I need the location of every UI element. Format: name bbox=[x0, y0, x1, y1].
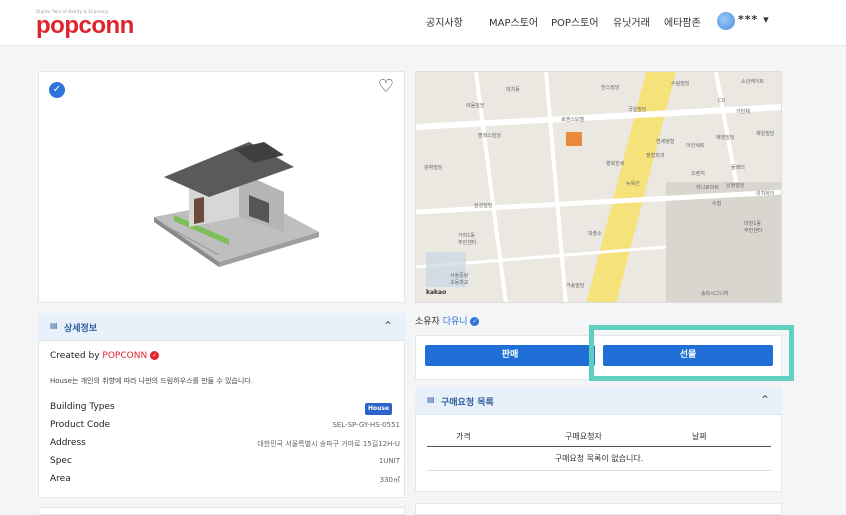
top-header: Digital Twin of Realty & Economy popconn… bbox=[0, 0, 846, 46]
map-label: 파출소 bbox=[588, 231, 602, 237]
map-label: 대치동 bbox=[506, 87, 520, 93]
building-type-badge: House bbox=[365, 403, 392, 415]
map-label: 둘레터 bbox=[731, 165, 745, 171]
detail-title: 상세정보 bbox=[64, 324, 98, 334]
map-label: 가빈채 bbox=[736, 109, 750, 115]
owner-name[interactable]: 다유니 bbox=[443, 317, 468, 327]
nav-unit-trade[interactable]: 유닛거래 bbox=[613, 14, 650, 29]
map-label: 로엔스모텔 bbox=[561, 117, 585, 123]
next-panel-left bbox=[38, 507, 405, 515]
table-bottom bbox=[427, 470, 771, 471]
document-icon: ▤ bbox=[50, 321, 58, 330]
map-label: 남정빌딩 bbox=[726, 183, 745, 189]
check-circle-icon: ✓ bbox=[470, 317, 480, 326]
product-image-card: ✓ ♡ bbox=[38, 71, 405, 303]
column-requester: 구매요청자 bbox=[565, 432, 602, 441]
map-label: 송파시그니처 bbox=[701, 291, 729, 297]
verified-icon: ✓ bbox=[150, 351, 160, 360]
column-price: 가격 bbox=[456, 432, 471, 441]
spec-value: 1UNIT bbox=[378, 457, 400, 465]
map-label: 소년케이트 bbox=[741, 79, 765, 85]
map-label: 제일빌딩 bbox=[756, 131, 775, 137]
logo[interactable]: Digital Twin of Realty & Economy popconn bbox=[36, 9, 134, 38]
check-circle-icon: ✓ bbox=[49, 82, 65, 98]
address-value: 대한민국 서울특별시 송파구 거마로 15길12H-U bbox=[257, 440, 400, 448]
nav-pop-store[interactable]: POP스토어 bbox=[551, 14, 599, 29]
created-by-line: Created by POPCONN ✓ bbox=[50, 351, 160, 361]
creator-link[interactable]: POPCONN bbox=[102, 351, 147, 361]
map-label: 주민센터 bbox=[744, 228, 763, 234]
map-label: 거송빌딩 bbox=[566, 283, 585, 289]
map-label: 삼성빌딩 bbox=[474, 203, 493, 209]
map-label: 수림빌딩 bbox=[671, 81, 690, 87]
location-map[interactable]: 소년케이트 수림빌딩 대치동 한스빌딩 CU 가빈채 제일빌딩 라움빌딩 팔레스… bbox=[415, 71, 782, 303]
logo-text: popconn bbox=[36, 12, 134, 39]
user-menu[interactable]: *** ▾ bbox=[738, 13, 770, 26]
list-icon: ▤ bbox=[427, 395, 435, 404]
chevron-up-icon[interactable]: ⌃ bbox=[383, 319, 393, 333]
map-label: 라움빌딩 bbox=[466, 103, 485, 109]
area-value: 330㎡ bbox=[379, 476, 400, 484]
owner-line: 소유자 다유니 ✓ bbox=[415, 314, 480, 327]
map-label: 에덴빌딩 bbox=[716, 135, 735, 141]
chevron-up-icon[interactable]: ⌃ bbox=[760, 393, 770, 407]
spec-label: Spec bbox=[50, 456, 72, 466]
map-label: 초등학교 bbox=[450, 280, 469, 286]
map-label: 정형외과 bbox=[646, 153, 665, 159]
nav-map-store[interactable]: MAP스토어 bbox=[489, 14, 538, 29]
detail-panel-header[interactable]: ▤ 상세정보 ⌃ bbox=[38, 313, 405, 341]
area-label: Area bbox=[50, 474, 71, 484]
created-by-label: Created by bbox=[50, 351, 100, 361]
next-panel-right bbox=[415, 503, 782, 515]
address-label: Address bbox=[50, 438, 86, 448]
heart-outline-icon[interactable]: ♡ bbox=[378, 76, 394, 97]
owner-label: 소유자 bbox=[415, 317, 440, 327]
product-code-value: SEL-SP-GY-HS-0551 bbox=[332, 421, 400, 429]
requests-panel-header[interactable]: ▤ 구매요청 목록 ⌃ bbox=[415, 387, 782, 415]
nav-notice[interactable]: 공지사항 bbox=[426, 14, 463, 29]
map-label: 뉴욕칸 bbox=[626, 181, 640, 187]
product-code-label: Product Code bbox=[50, 420, 111, 430]
building-types-label: Building Types bbox=[50, 402, 115, 412]
map-label: 서울중랑 bbox=[450, 273, 469, 279]
sell-button[interactable]: 판매 bbox=[425, 345, 595, 366]
avatar[interactable] bbox=[717, 12, 735, 30]
map-label: 마천1동 bbox=[744, 221, 761, 227]
map-label: 이안세르 bbox=[686, 143, 705, 149]
map-label: 리치하이 bbox=[756, 191, 775, 197]
map-label: 하나로마트 bbox=[696, 185, 720, 191]
house-3d-render bbox=[154, 142, 319, 267]
nav-etapam-zone[interactable]: 에타팜존 bbox=[664, 14, 701, 29]
table-divider bbox=[427, 446, 771, 447]
map-label: 광휘빌딩 bbox=[424, 165, 443, 171]
map-label: CU bbox=[718, 98, 726, 104]
map-label: 오렌지 bbox=[691, 171, 705, 177]
map-label: 거여1동 bbox=[458, 233, 475, 239]
description: House는 개인의 취향에 따라 나만의 드림하우스를 만들 수 있습니다. bbox=[50, 377, 253, 385]
column-date: 날짜 bbox=[692, 432, 707, 441]
map-label: 한스빌딩 bbox=[601, 85, 620, 91]
map-label: 연세정형 bbox=[656, 139, 675, 145]
empty-message: 구매요청 목록이 없습니다. bbox=[554, 454, 644, 463]
gift-highlight-box bbox=[589, 325, 794, 381]
requests-title: 구매요청 목록 bbox=[441, 398, 494, 408]
map-label: 주민센터 bbox=[458, 240, 477, 246]
map-label: 팔레스빌딩 bbox=[478, 133, 502, 139]
map-label: 행복한세 bbox=[606, 161, 625, 167]
map-label: 국일빌딩 bbox=[628, 107, 647, 113]
map-label: 수협 bbox=[712, 201, 722, 207]
kakao-map-logo: kakao bbox=[426, 289, 447, 296]
